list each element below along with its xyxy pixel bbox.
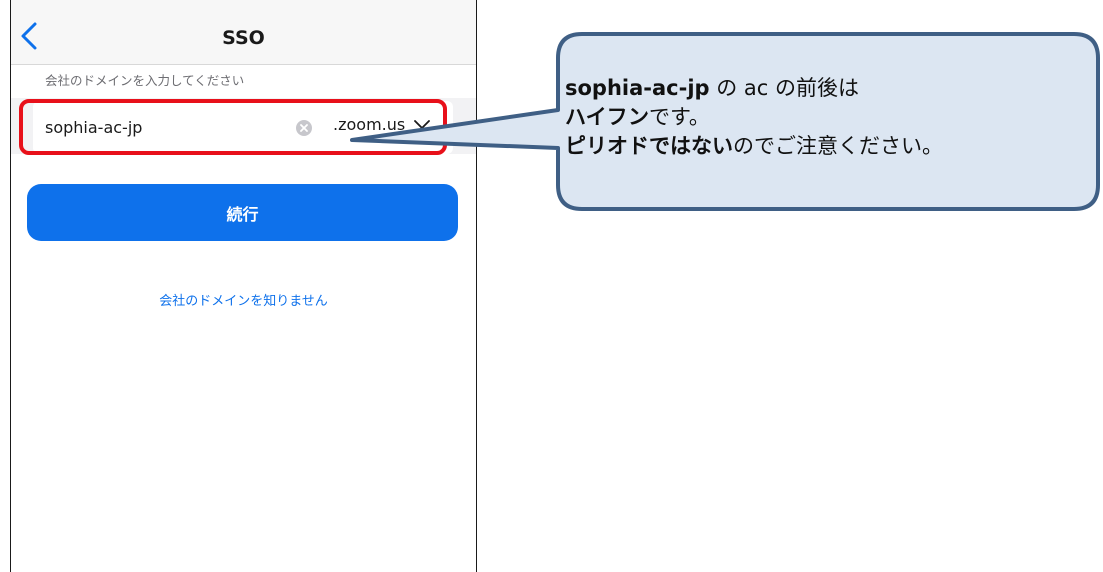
phone-screen: SSO 会社のドメインを入力してください .zoom.us	[10, 0, 477, 572]
callout-line-2: ハイフンです。	[565, 103, 1085, 132]
domain-suffix-select[interactable]: .zoom.us	[333, 114, 431, 140]
domain-suffix-label: .zoom.us	[333, 115, 406, 134]
unknown-domain-link[interactable]: 会社のドメインを知りません	[11, 290, 476, 309]
callout-line-1-bold: sophia-ac-jp	[565, 76, 710, 100]
callout-line-1-rest: の ac の前後は	[709, 76, 860, 100]
domain-input-row: .zoom.us	[33, 101, 453, 154]
page-title: SSO	[222, 27, 265, 49]
callout-line-3-bold: ピリオドではない	[565, 134, 733, 158]
callout-text: sophia-ac-jp の ac の前後は ハイフンです。 ピリオドではないの…	[565, 74, 1085, 161]
continue-button[interactable]: 続行	[27, 184, 458, 241]
chevron-down-icon	[414, 119, 431, 129]
clear-input-button[interactable]	[295, 119, 313, 137]
callout-line-2-bold: ハイフン	[565, 105, 649, 129]
callout-line-3: ピリオドではないのでご注意ください。	[565, 132, 1085, 161]
nav-bar: SSO	[11, 0, 476, 65]
callout-line-1: sophia-ac-jp の ac の前後は	[565, 74, 1085, 103]
clear-x-circle-icon	[296, 120, 312, 136]
domain-input[interactable]	[45, 113, 275, 141]
callout-line-2-rest: です。	[649, 105, 710, 129]
sso-form: 会社のドメインを入力してください .zoom.us	[11, 65, 476, 572]
domain-prompt-label: 会社のドメインを入力してください	[45, 73, 245, 88]
stage: SSO 会社のドメインを入力してください .zoom.us	[0, 0, 1103, 572]
callout-line-3-rest: のでご注意ください。	[733, 134, 943, 158]
